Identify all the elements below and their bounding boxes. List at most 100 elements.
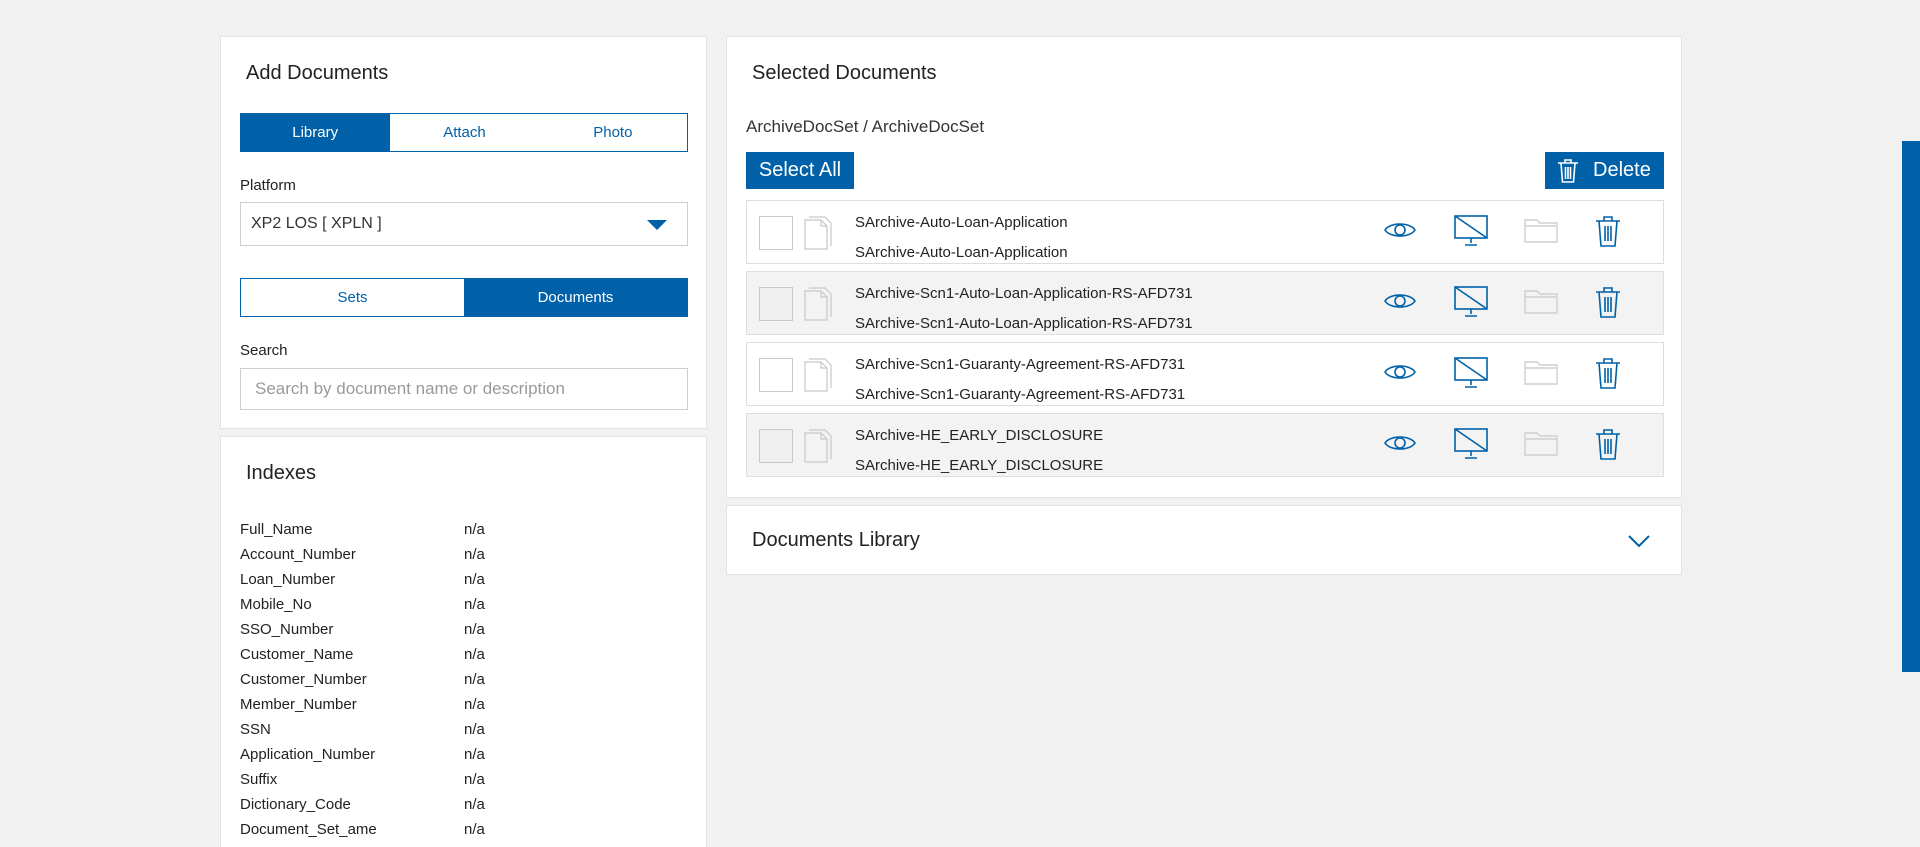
index-list: Full_Name n/a Account_Number n/a Loan_Numb… [240, 517, 680, 842]
select-all-button[interactable]: Select All [746, 152, 854, 189]
indexes-title: Indexes [246, 462, 317, 484]
tab-photo[interactable]: Photo [538, 114, 687, 151]
trash-icon[interactable] [1595, 215, 1621, 247]
eye-icon[interactable] [1384, 432, 1416, 454]
platform-label: Platform [240, 177, 296, 194]
eye-icon[interactable] [1384, 219, 1416, 241]
index-row: Member_Number n/a [240, 692, 680, 717]
file-icon [804, 216, 832, 250]
document-description: SArchive-Scn1-Auto-Loan-Application-RS-A… [855, 315, 1193, 332]
eye-icon[interactable] [1384, 361, 1416, 383]
index-key: Suffix [240, 771, 278, 788]
monitor-off-icon[interactable] [1454, 286, 1488, 318]
index-key: Dictionary_Code [240, 796, 351, 813]
index-row: Suffix n/a [240, 767, 680, 792]
trash-icon[interactable] [1595, 357, 1621, 389]
trash-icon[interactable] [1595, 286, 1621, 318]
platform-select[interactable]: XP2 LOS [ XPLN ] [240, 202, 688, 246]
document-checkbox[interactable] [759, 429, 793, 463]
delete-button-label: Delete [1593, 159, 1651, 181]
index-row: SSO_Number n/a [240, 617, 680, 642]
index-key: Application_Number [240, 746, 376, 763]
selected-documents-title: Selected Documents [752, 62, 937, 84]
trash-icon[interactable] [1595, 428, 1621, 460]
index-row: Document_Set_ame n/a [240, 817, 680, 842]
caret-down-icon [647, 220, 667, 230]
document-name: SArchive-Scn1-Guaranty-Agreement-RS-AFD7… [855, 356, 1186, 373]
file-icon [804, 429, 832, 463]
index-value: n/a [464, 671, 485, 688]
index-value: n/a [464, 596, 485, 613]
index-row: Application_Number n/a [240, 742, 680, 767]
index-value: n/a [464, 696, 485, 713]
file-icon [804, 287, 832, 321]
index-value: n/a [464, 646, 485, 663]
document-description: SArchive-Auto-Loan-Application [855, 244, 1068, 261]
document-name: SArchive-HE_EARLY_DISCLOSURE [855, 427, 1104, 444]
monitor-off-icon[interactable] [1454, 357, 1488, 389]
index-row: Full_Name n/a [240, 517, 680, 542]
document-description: SArchive-HE_EARLY_DISCLOSURE [855, 457, 1104, 474]
index-key: Account_Number [240, 546, 356, 563]
document-checkbox[interactable] [759, 216, 793, 250]
view-tabs: Sets Documents [240, 278, 688, 317]
index-key: Mobile_No [240, 596, 312, 613]
index-value: n/a [464, 796, 485, 813]
folder-icon [1524, 361, 1558, 385]
monitor-off-icon[interactable] [1454, 215, 1488, 247]
monitor-off-icon[interactable] [1454, 428, 1488, 460]
list-item: SArchive-Scn1-Guaranty-Agreement-RS-AFD7… [746, 342, 1664, 406]
index-key: Member_Number [240, 696, 357, 713]
documents-library-title: Documents Library [752, 529, 920, 551]
scrollbar-thumb[interactable] [1902, 141, 1920, 672]
delete-button[interactable]: Delete [1545, 152, 1664, 189]
list-item: SArchive-HE_EARLY_DISCLOSURE SArchive-HE… [746, 413, 1664, 477]
index-key: Loan_Number [240, 571, 336, 588]
platform-select-value: XP2 LOS [ XPLN ] [251, 215, 382, 232]
index-value: n/a [464, 521, 485, 538]
add-documents-title: Add Documents [246, 62, 389, 84]
breadcrumb: ArchiveDocSet / ArchiveDocSet [746, 117, 985, 136]
tab-attach[interactable]: Attach [389, 114, 539, 151]
eye-icon[interactable] [1384, 290, 1416, 312]
index-row: Account_Number n/a [240, 542, 680, 567]
search-input[interactable] [240, 368, 688, 410]
search-label: Search [240, 342, 288, 359]
document-checkbox[interactable] [759, 287, 793, 321]
document-checkbox[interactable] [759, 358, 793, 392]
index-key: SSN [240, 721, 271, 738]
index-value: n/a [464, 771, 485, 788]
chevron-down-icon[interactable] [1627, 534, 1651, 548]
index-value: n/a [464, 621, 485, 638]
index-row: Dictionary_Code n/a [240, 792, 680, 817]
tab-sets[interactable]: Sets [241, 279, 464, 316]
tab-documents[interactable]: Documents [464, 279, 687, 316]
folder-icon [1524, 219, 1558, 243]
document-description: SArchive-Scn1-Guaranty-Agreement-RS-AFD7… [855, 386, 1186, 403]
index-key: SSO_Number [240, 621, 334, 638]
list-item: SArchive-Auto-Loan-Application SArchive-… [746, 200, 1664, 264]
index-value: n/a [464, 821, 485, 838]
trash-icon [1558, 158, 1578, 183]
index-value: n/a [464, 721, 485, 738]
folder-icon [1524, 432, 1558, 456]
index-value: n/a [464, 571, 485, 588]
selected-documents-panel: Selected Documents ArchiveDocSet / Archi… [726, 36, 1682, 498]
add-documents-panel: Add Documents Library Attach Photo Platf… [220, 36, 707, 429]
indexes-panel: Indexes Full_Name n/a Account_Number n/a L… [220, 436, 707, 847]
documents-library-panel[interactable]: Documents Library [726, 505, 1682, 575]
index-row: Loan_Number n/a [240, 567, 680, 592]
index-key: Document_Set_ame [240, 821, 377, 838]
document-list: SArchive-Auto-Loan-Application SArchive-… [746, 200, 1664, 484]
index-row: SSN n/a [240, 717, 680, 742]
index-row: Customer_Number n/a [240, 667, 680, 692]
index-value: n/a [464, 546, 485, 563]
file-icon [804, 358, 832, 392]
tab-library[interactable]: Library [241, 114, 390, 151]
index-key: Full_Name [240, 521, 313, 538]
index-value: n/a [464, 746, 485, 763]
folder-icon [1524, 290, 1558, 314]
index-row: Mobile_No n/a [240, 592, 680, 617]
document-name: SArchive-Scn1-Auto-Loan-Application-RS-A… [855, 285, 1193, 302]
source-tabs: Library Attach Photo [240, 113, 688, 152]
